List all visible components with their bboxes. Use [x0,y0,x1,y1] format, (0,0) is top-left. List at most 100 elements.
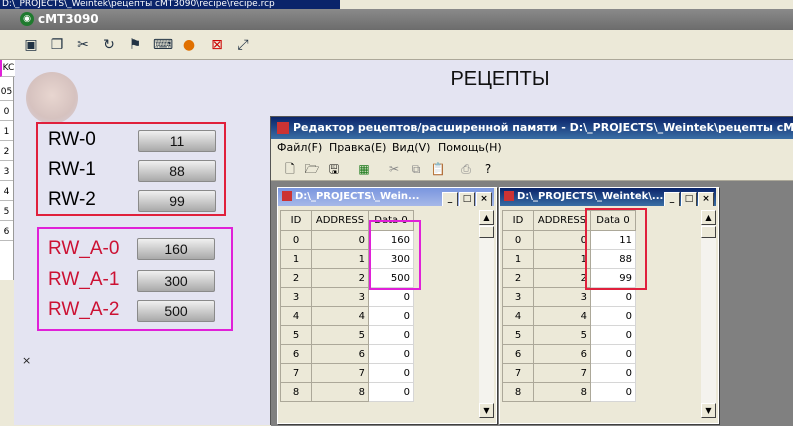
scroll-thumb[interactable] [701,226,716,238]
child-b-title: D:\_PROJECTS\_Weintek\... [517,191,664,202]
row-address: 0 [533,230,591,250]
child-a-title-bar: D:\_PROJECTS\_Wein... _ □ × [278,188,494,206]
row-data[interactable]: 0 [368,344,414,364]
row-data[interactable]: 0 [368,363,414,383]
rw-value-field[interactable]: 99 [138,190,216,212]
keyboard-icon[interactable]: ⌨ [152,34,174,56]
row-id: 6 [280,344,312,364]
row-id: 8 [280,382,312,402]
scroll-down-icon[interactable]: ▼ [701,403,716,418]
menu-edit[interactable]: Правка(E) [329,141,386,154]
recipe-editor-menu: Файл(F) Правка(E) Вид(V) Помощь(H) [271,139,793,157]
menu-file[interactable]: Файл(F) [277,141,322,154]
row-address: 6 [533,344,591,364]
fullscreen-icon[interactable]: ⤢ [232,34,254,56]
open-folder-icon[interactable]: 🗁 [303,160,321,178]
maximize-button[interactable]: □ [459,192,475,206]
scroll-down-icon[interactable]: ▼ [479,403,494,418]
row-id: 1 [502,249,534,269]
left-strip-cell: 05 [0,84,13,101]
copy-icon[interactable]: ⧉ [407,160,425,178]
left-strip-cell: 0 [0,104,13,121]
monitor-icon[interactable]: ▣ [20,34,42,56]
minimize-button[interactable]: _ [664,192,680,206]
recipe-editor-icon [277,122,289,134]
col-id: ID [502,210,534,231]
row-id: 2 [502,268,534,288]
menu-help[interactable]: Помощь(H) [438,141,502,154]
vertical-scrollbar[interactable]: ▲ ▼ [479,210,494,418]
help-icon[interactable]: ? [479,160,497,178]
row-id: 8 [502,382,534,402]
vertical-scrollbar[interactable]: ▲ ▼ [701,210,716,418]
maximize-button[interactable]: □ [681,192,697,206]
scroll-up-icon[interactable]: ▲ [479,210,494,225]
outer-window-title: D:\_PROJECTS\_Weintek\рецепты cMT3090\re… [0,0,340,9]
row-data[interactable]: 0 [590,306,636,326]
child-b-title-bar: D:\_PROJECTS\_Weintek\... _ □ × [500,188,716,206]
rwa-value-field[interactable]: 500 [137,300,215,322]
row-data[interactable]: 0 [590,325,636,345]
rwa-value-field[interactable]: 160 [137,238,215,260]
app-title-bar: ◉ cMT3090 [0,9,793,30]
row-address: 2 [311,268,369,288]
excel-icon[interactable]: ▦ [355,160,373,178]
child-a-title: D:\_PROJECTS\_Wein... [295,191,420,202]
refresh-icon[interactable]: ↻ [98,34,120,56]
alert-icon[interactable]: ● [178,34,200,56]
row-address: 0 [311,230,369,250]
row-data[interactable]: 0 [590,382,636,402]
rw-value-field[interactable]: 88 [138,160,216,182]
rwa-label: RW_A-0 [48,238,120,259]
save-icon[interactable]: 🖫 [325,160,343,178]
menu-view[interactable]: Вид(V) [392,141,430,154]
paste-icon[interactable]: 📋 [429,160,447,178]
row-id: 4 [280,306,312,326]
rwa-value-field[interactable]: 300 [137,270,215,292]
scroll-up-icon[interactable]: ▲ [701,210,716,225]
new-file-icon[interactable]: 🗋 [281,160,299,178]
main-toolbar: ▣ ❐ ✂ ↻ ⚑ ⌨ ● ⊠ ⤢ [0,30,793,60]
rw-value-field[interactable]: 11 [138,130,216,152]
windows-flag-icon[interactable]: ⚑ [124,34,146,56]
row-data[interactable]: 0 [590,363,636,383]
row-data[interactable]: 0 [368,382,414,402]
print-icon[interactable]: ⎙ [457,160,475,178]
network-disconnect-icon[interactable]: ⊠ [206,34,228,56]
left-strip-cell: 3 [0,164,13,181]
row-address: 7 [533,363,591,383]
row-data[interactable]: 0 [368,325,414,345]
outer-title-background [340,0,793,9]
app-title: cMT3090 [38,12,99,26]
windows-icon[interactable]: ❐ [46,34,68,56]
tools-icon[interactable]: ✂ [72,34,94,56]
row-id: 2 [280,268,312,288]
highlight-frame-a [369,220,421,290]
row-id: 5 [502,325,534,345]
close-button[interactable]: × [698,192,714,206]
left-strip-bottom [0,280,14,425]
cut-icon[interactable]: ✂ [385,160,403,178]
col-address: ADDRESS [311,210,369,231]
table-row: 770 [502,363,636,383]
scroll-thumb[interactable] [479,226,494,238]
row-address: 4 [311,306,369,326]
row-id: 4 [502,306,534,326]
minimize-button[interactable]: _ [442,192,458,206]
table-row: 440 [280,306,414,326]
table-row: 770 [280,363,414,383]
row-data[interactable]: 0 [368,306,414,326]
row-id: 5 [280,325,312,345]
close-button[interactable]: × [476,192,492,206]
rwa-label: RW_A-2 [48,299,120,320]
page-title: РЕЦЕПТЫ [450,68,550,90]
recipe-editor-title-bar: Редактор рецептов/расширенной памяти - D… [271,117,793,139]
row-data[interactable]: 0 [590,287,636,307]
row-data[interactable]: 0 [368,287,414,307]
row-address: 1 [311,249,369,269]
row-data[interactable]: 0 [590,344,636,364]
child-b-icon [504,191,514,201]
recipe-editor-toolbar: 🗋 🗁 🖫 ▦ ✂ ⧉ 📋 ⎙ ? [271,157,793,181]
table-row: 330 [280,287,414,307]
row-id: 3 [502,287,534,307]
